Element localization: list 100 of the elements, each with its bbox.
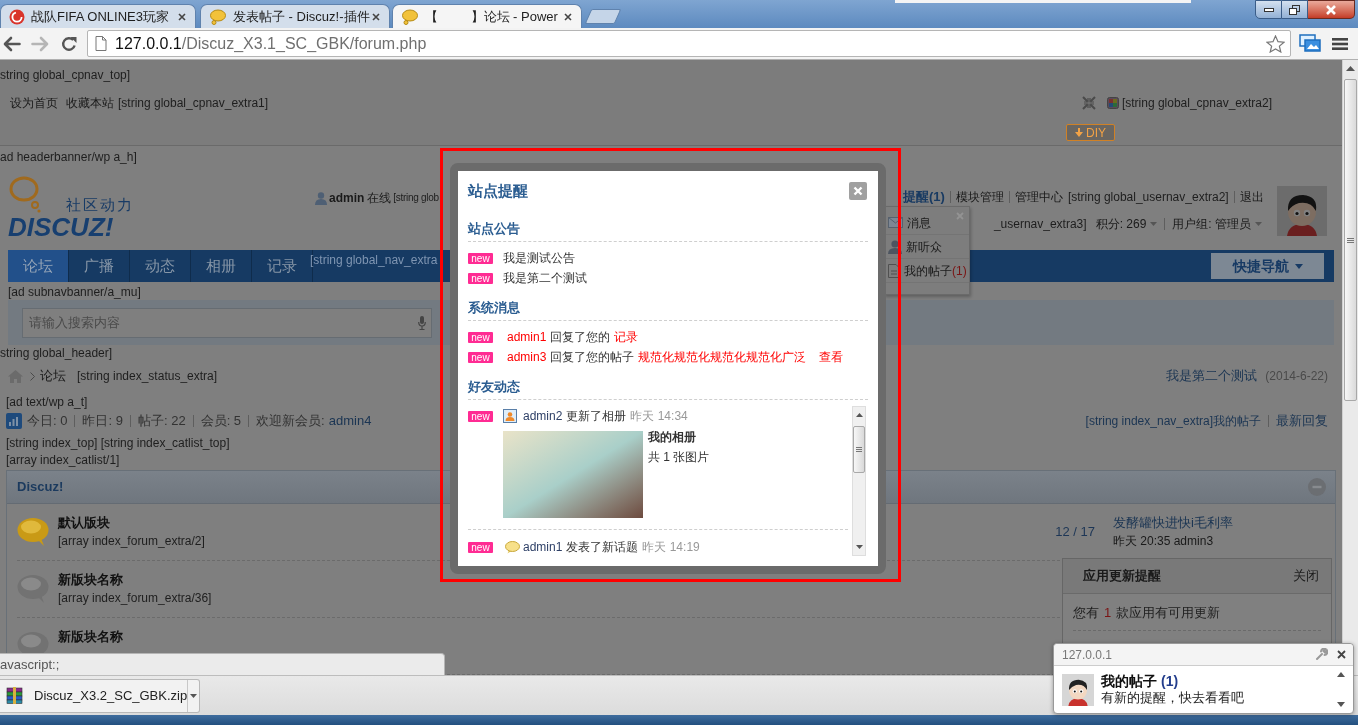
nav-tab[interactable]: 论坛 [8, 250, 69, 282]
avatar-icon [1062, 673, 1094, 706]
user-link[interactable]: admin1 [507, 330, 547, 344]
template-string-text: [array index_forum_extra/2] [58, 533, 205, 549]
mail-icon [888, 217, 903, 228]
microphone-icon[interactable] [418, 315, 426, 330]
last-post-meta: 昨天 20:35 admin3 [1113, 533, 1214, 549]
announcement-link[interactable]: 我是测试公告 [503, 251, 575, 265]
wrench-icon[interactable] [1315, 648, 1328, 661]
download-item[interactable]: Discuz_X3.2_SC_GBK.zip [0, 678, 200, 713]
star-icon[interactable] [1266, 34, 1285, 53]
close-icon[interactable] [178, 12, 186, 21]
grip-icon [1347, 237, 1354, 243]
nav-tab[interactable]: 相册 [191, 250, 252, 282]
browser-tab[interactable]: 【 】论坛 - Power [392, 4, 582, 28]
diy-button[interactable]: DIY [1066, 124, 1115, 141]
album-title[interactable]: 我的相册 [648, 431, 696, 443]
close-icon[interactable] [1337, 650, 1346, 659]
palette-icon[interactable] [1106, 97, 1119, 109]
announcement-link[interactable]: 我是第二个测试 [1166, 368, 1258, 384]
scroll-thumb[interactable] [853, 426, 865, 473]
category-title[interactable]: Discuz! [17, 479, 64, 495]
page-icon [95, 36, 107, 51]
person-icon [888, 239, 902, 254]
caret-icon [1294, 263, 1303, 269]
member-link[interactable]: admin4 [328, 412, 372, 429]
credits-link[interactable]: 积分: 269 [1095, 216, 1158, 232]
close-icon[interactable] [564, 12, 572, 21]
avatar-icon [1277, 186, 1327, 236]
close-button[interactable] [1308, 0, 1355, 19]
user-link[interactable]: admin3 [507, 350, 547, 364]
scroll-up-icon[interactable] [1346, 66, 1355, 71]
address-field[interactable]: 127.0.0.1/Discuz_X3.1_SC_GBK/forum.php [87, 30, 1291, 57]
new-badge: new [468, 252, 493, 264]
thread-counts: 12 / 17 [1054, 524, 1095, 540]
minimize-button[interactable] [1255, 0, 1282, 19]
scrollbar[interactable] [852, 406, 866, 556]
last-post-link[interactable]: 发酵罐快进快i毛利率 [1113, 515, 1233, 531]
scrollbar[interactable] [1342, 60, 1358, 675]
scroll-up-icon[interactable] [855, 413, 863, 417]
new-badge: new [468, 410, 493, 422]
usernav-link[interactable]: 模块管理 [955, 189, 1004, 205]
archive-icon [6, 687, 23, 704]
menu-icon[interactable] [1332, 36, 1348, 51]
photo-placeholder[interactable] [503, 431, 643, 518]
template-string-text: string global_header] [0, 346, 113, 361]
stat-text: 今日: 0 [27, 412, 68, 429]
reload-icon[interactable] [61, 35, 77, 52]
restore-icon [1289, 4, 1300, 15]
username-link[interactable]: admin [329, 190, 365, 206]
bubble-icon [401, 8, 419, 25]
post-link[interactable]: 规范化规范化规范化规范化广泛 [638, 350, 807, 364]
scroll-down-icon[interactable] [1337, 702, 1345, 707]
close-icon [853, 185, 863, 196]
new-tab-button[interactable] [584, 9, 622, 24]
new-badge: new [468, 351, 493, 363]
close-icon[interactable] [372, 12, 380, 21]
usergroup-link[interactable]: 用户组: 管理员 [1172, 216, 1262, 232]
forum-name[interactable]: 默认版块 [58, 515, 110, 531]
scroll-down-icon[interactable] [855, 545, 863, 549]
status-url: avascript:; [0, 653, 445, 675]
user-link[interactable]: admin2 [523, 409, 563, 423]
caret-icon [1150, 222, 1158, 226]
forum-name[interactable]: 新版块名称 [58, 629, 123, 645]
browser-tab[interactable]: 发表帖子 - Discuz!-插件 [200, 4, 390, 28]
scroll-thumb[interactable] [1344, 79, 1357, 401]
quick-nav-button[interactable]: 快捷导航 [1211, 253, 1324, 279]
nav-tab[interactable]: 动态 [130, 250, 191, 282]
grip-icon [856, 447, 862, 452]
top-link[interactable]: 设为首页 [10, 95, 58, 111]
user-link[interactable]: admin1 [523, 540, 563, 554]
panel-title: 应用更新提醒 [1083, 568, 1161, 584]
back-icon[interactable] [3, 35, 21, 52]
browser-tab[interactable]: 战队FIFA ONLINE3玩家 [0, 4, 196, 28]
forum-name[interactable]: 新版块名称 [58, 572, 123, 588]
template-string-text: ad headerbanner/wp a_h] [0, 149, 137, 165]
usernav-link[interactable]: 管理中心 [1014, 189, 1063, 205]
new-badge: new [468, 331, 493, 343]
template-string-text: [ad text/wp a_t] [6, 395, 88, 409]
screens-icon[interactable] [1299, 33, 1321, 54]
breadcrumb-link[interactable]: 论坛 [40, 368, 66, 384]
user-icon [315, 191, 327, 205]
timestamp: 昨天 14:19 [642, 540, 700, 554]
my-posts-link[interactable]: [string index_nav_extra]我的帖子 [1085, 412, 1261, 429]
notification-link[interactable]: 提醒(1) [903, 189, 945, 205]
latest-replies-link[interactable]: 最新回复 [1276, 412, 1328, 429]
logout-link[interactable]: 退出 [1239, 189, 1264, 205]
restore-button[interactable] [1282, 0, 1308, 19]
chevron-icon [30, 371, 35, 381]
top-link[interactable]: 收藏本站 [66, 95, 114, 111]
nav-tab[interactable]: 广播 [69, 250, 130, 282]
notification-title[interactable]: 我的帖子 (1) [1101, 673, 1179, 690]
thought-bubble-icon [8, 176, 42, 213]
announcement-link[interactable]: 我是第二个测试 [503, 271, 587, 285]
close-link[interactable]: 关闭 [1293, 568, 1319, 584]
view-link[interactable]: 查看 [819, 350, 844, 364]
template-string-text: [string global_cpnav_extra2] [1121, 95, 1272, 111]
post-link[interactable]: 记录 [614, 330, 639, 344]
scroll-up-icon[interactable] [1337, 672, 1345, 677]
download-menu-button[interactable] [187, 679, 199, 712]
